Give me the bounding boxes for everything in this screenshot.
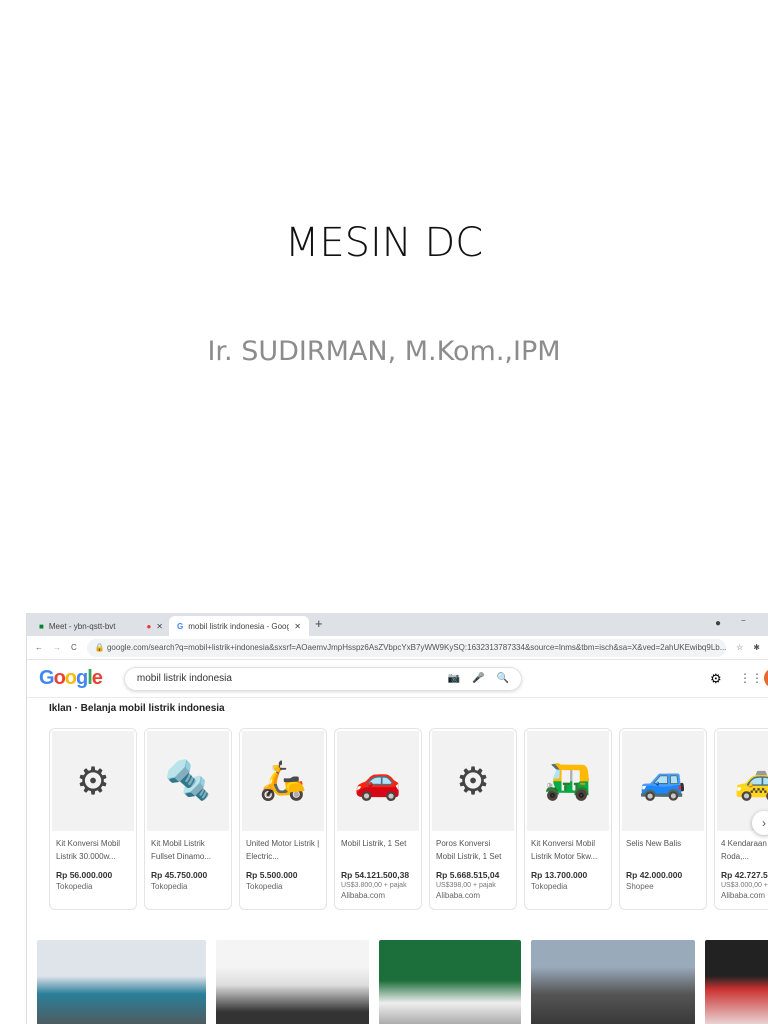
extension-icon[interactable]: ✱ <box>753 643 760 652</box>
product-card[interactable]: ⚙ Kit Konversi Mobil Listrik 30.000w... … <box>49 728 137 910</box>
meet-icon: ■ <box>39 621 44 631</box>
product-image: ⚙ <box>432 731 514 831</box>
product-shop: Tokopedia <box>151 882 188 891</box>
minimize-icon[interactable]: − <box>741 616 746 625</box>
apps-icon[interactable]: ⋮⋮ <box>739 671 763 685</box>
tab-google[interactable]: G mobil listrik indonesia - Google ✕ <box>169 616 309 636</box>
product-card[interactable]: 🔩 Kit Mobil Listrik Fullset Dinamo... Rp… <box>144 728 232 910</box>
product-name: Mobil Listrik, 1 Set <box>341 839 407 848</box>
product-image: 🔩 <box>147 731 229 831</box>
recording-icon: ● <box>146 621 152 631</box>
image-result[interactable] <box>379 940 521 1024</box>
product-shop: Alibaba.com <box>341 891 386 900</box>
product-price: Rp 56.000.000 <box>56 870 113 880</box>
tab-label: mobil listrik indonesia - Google <box>188 621 290 631</box>
tab-meet[interactable]: ■ Meet - ybn-qstt-bvt ● ✕ <box>31 616 171 636</box>
url-text: google.com/search?q=mobil+listrik+indone… <box>106 643 727 652</box>
image-result[interactable] <box>216 940 369 1024</box>
image-result[interactable] <box>531 940 695 1024</box>
product-name: Poros Konversi Mobil Listrik, 1 Set <box>436 839 502 861</box>
product-shop: Alibaba.com <box>436 891 481 900</box>
product-image: 🚙 <box>622 731 704 831</box>
tab-bar: ■ Meet - ybn-qstt-bvt ● ✕ G mobil listri… <box>27 613 768 636</box>
product-foreign-price: US$3.000,00 +... <box>721 882 768 889</box>
ads-heading: Iklan · Belanja mobil listrik indonesia <box>49 703 225 714</box>
product-image: 🛺 <box>527 731 609 831</box>
product-price: Rp 45.750.000 <box>151 870 208 880</box>
google-logo[interactable]: Google <box>39 667 103 690</box>
product-name: Selis New Balis <box>626 839 682 848</box>
browser-screenshot: ■ Meet - ybn-qstt-bvt ● ✕ G mobil listri… <box>26 613 768 1024</box>
close-icon[interactable]: ✕ <box>294 622 301 631</box>
image-result[interactable] <box>705 940 768 1024</box>
product-price: Rp 42.727.50... <box>721 870 768 880</box>
search-icon[interactable]: 🔍 <box>496 673 508 684</box>
product-carousel: ⚙ Kit Konversi Mobil Listrik 30.000w... … <box>49 728 768 910</box>
product-name: United Motor Listrik | Electric... <box>246 839 320 861</box>
product-name: Kit Mobil Listrik Fullset Dinamo... <box>151 839 212 861</box>
address-bar: ← → C 🔒 google.com/search?q=mobil+listri… <box>27 636 768 660</box>
back-icon[interactable]: ← <box>35 643 43 652</box>
gear-icon[interactable]: ⚙ <box>710 671 722 687</box>
image-results-row <box>37 940 768 1024</box>
slide-subtitle: Ir. SUDIRMAN, M.Kom.,IPM <box>207 336 561 367</box>
product-foreign-price: US$3.800,00 + pajak <box>341 882 407 889</box>
product-card[interactable]: 🚗 Mobil Listrik, 1 Set Rp 54.121.500,38 … <box>334 728 422 910</box>
reload-icon[interactable]: C <box>71 643 77 652</box>
product-price: Rp 54.121.500,38 <box>341 870 410 880</box>
mic-icon[interactable]: 🎤 <box>472 673 484 684</box>
product-card[interactable]: ⚙ Poros Konversi Mobil Listrik, 1 Set Rp… <box>429 728 517 910</box>
product-shop: Tokopedia <box>531 882 568 891</box>
product-name: 4 Kendaraan Empat Roda,... <box>721 839 768 861</box>
product-shop: Tokopedia <box>56 882 93 891</box>
star-icon[interactable]: ☆ <box>736 643 743 652</box>
product-name: Kit Konversi Mobil Listrik Motor 5kw... <box>531 839 598 861</box>
product-shop: Alibaba.com <box>721 891 766 900</box>
product-shop: Tokopedia <box>246 882 283 891</box>
product-card[interactable]: 🛺 Kit Konversi Mobil Listrik Motor 5kw..… <box>524 728 612 910</box>
tab-label: Meet - ybn-qstt-bvt <box>48 621 116 631</box>
product-price: Rp 13.700.000 <box>531 870 588 880</box>
account-icon[interactable]: ● <box>715 618 721 629</box>
google-header: Google mobil listrik indonesia 📷 🎤 🔍 ⚙ ⋮… <box>27 660 768 698</box>
lock-icon: 🔒 <box>94 643 107 652</box>
product-image: 🛵 <box>242 731 324 831</box>
product-price: Rp 5.668.515,04 <box>436 870 500 880</box>
close-icon[interactable]: ✕ <box>156 622 163 631</box>
google-icon: G <box>177 621 184 631</box>
url-input[interactable]: 🔒 google.com/search?q=mobil+listrik+indo… <box>86 638 727 657</box>
product-name: Kit Konversi Mobil Listrik 30.000w... <box>56 839 121 861</box>
product-foreign-price: US$398,00 + pajak <box>436 882 496 889</box>
forward-icon[interactable]: → <box>53 643 61 652</box>
product-card[interactable]: 🚙 Selis New Balis Rp 42.000.000 Shopee <box>619 728 707 910</box>
product-card[interactable]: 🛵 United Motor Listrik | Electric... Rp … <box>239 728 327 910</box>
product-image: 🚗 <box>337 731 419 831</box>
search-query: mobil listrik indonesia <box>136 673 232 684</box>
product-shop: Shopee <box>626 882 654 891</box>
avatar[interactable] <box>764 668 768 688</box>
product-price: Rp 5.500.000 <box>246 870 298 880</box>
camera-icon[interactable]: 📷 <box>448 673 460 684</box>
product-image: ⚙ <box>52 731 134 831</box>
slide-title: MESIN DC <box>284 220 484 266</box>
new-tab-icon[interactable]: + <box>315 616 323 631</box>
image-result[interactable] <box>37 940 206 1024</box>
search-input[interactable]: mobil listrik indonesia 📷 🎤 🔍 <box>123 666 522 691</box>
product-price: Rp 42.000.000 <box>626 870 683 880</box>
